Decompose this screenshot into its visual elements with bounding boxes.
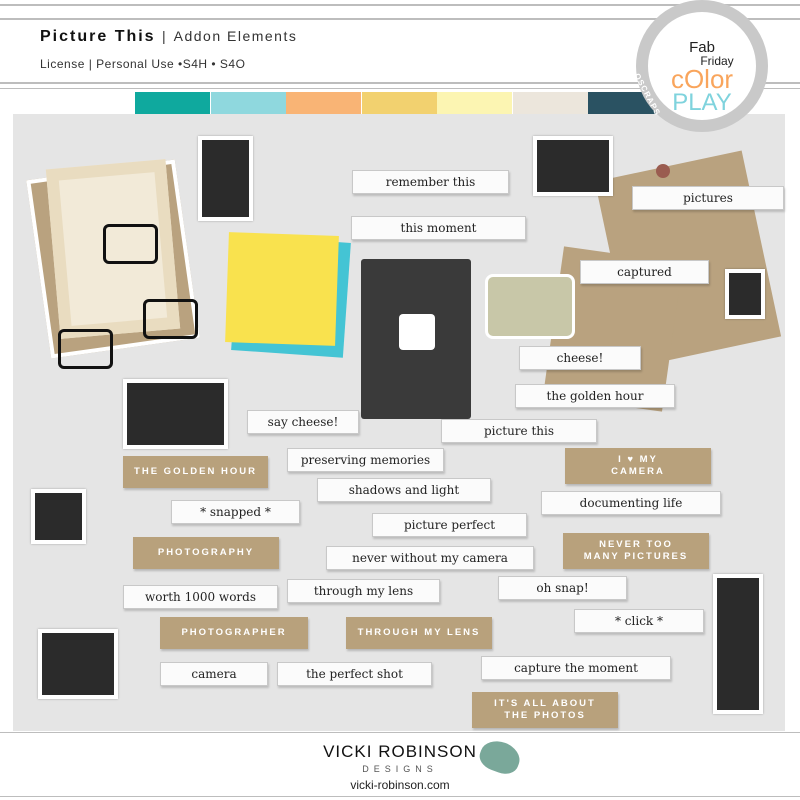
brand-url: vicki-robinson.com (350, 778, 450, 792)
word-strip: oh snap! (498, 576, 627, 600)
kraft-label: I ♥ MY CAMERA (565, 448, 711, 484)
badge-play: PLAY (672, 89, 732, 116)
badge-fab: Fab (689, 39, 715, 56)
word-strip: through my lens (287, 579, 440, 603)
box-camera-stand (713, 574, 763, 714)
camera-bag (485, 274, 575, 339)
page-title: Picture This | Addon Elements (40, 28, 297, 46)
pin (656, 164, 670, 178)
word-strip: the golden hour (515, 384, 675, 408)
color-swatch (286, 92, 361, 114)
license-text: License | Personal Use •S4H • S4O (40, 57, 246, 71)
camera-heart-icon (103, 224, 158, 264)
color-swatch (135, 92, 210, 114)
title-separator: | (162, 28, 168, 44)
tripod-camera (725, 269, 765, 319)
fab-friday-badge: Fab Friday cOlor PLAY OSCRAPS (632, 0, 768, 132)
word-strip: camera (160, 662, 268, 686)
word-strip: cheese! (519, 346, 641, 370)
kraft-label: THROUGH MY LENS (346, 617, 492, 649)
word-strip: this moment (351, 216, 526, 240)
word-strip: say cheese! (247, 410, 359, 434)
camera-with-photos (38, 629, 118, 699)
photo-album (361, 259, 471, 419)
brand-name: VICKI ROBINSON (323, 742, 477, 761)
brand-designs: DESIGNS (362, 764, 438, 774)
word-strip: picture this (441, 419, 597, 443)
kraft-label: PHOTOGRAPHER (160, 617, 308, 649)
word-strip: documenting life (541, 491, 721, 515)
kraft-label: THE GOLDEN HOUR (123, 456, 268, 488)
kraft-label: PHOTOGRAPHY (133, 537, 279, 569)
word-strip: captured (580, 260, 709, 284)
vintage-camera (533, 136, 613, 196)
subtitle: Addon Elements (173, 28, 298, 44)
color-swatch (437, 92, 512, 114)
tripod-camera (31, 489, 86, 544)
word-strip: never without my camera (326, 546, 534, 570)
kraft-label: IT'S ALL ABOUT THE PHOTOS (472, 692, 618, 728)
camera-icon (58, 329, 113, 369)
word-strip: remember this (352, 170, 509, 194)
word-strip: preserving memories (287, 448, 444, 472)
divider (0, 732, 800, 733)
word-strip: capture the moment (481, 656, 671, 680)
word-strip: * click * (574, 609, 704, 633)
color-swatch (512, 92, 588, 114)
vintage-camera (123, 379, 228, 449)
word-strip: * snapped * (171, 500, 300, 524)
vintage-camera (198, 136, 253, 221)
color-swatch (210, 92, 286, 114)
word-strip: the perfect shot (277, 662, 432, 686)
word-strip: pictures (632, 186, 784, 210)
color-swatch (361, 92, 437, 114)
kraft-label: NEVER TOO MANY PICTURES (563, 533, 709, 569)
badge-color: cOlor (670, 64, 734, 94)
album-window (399, 314, 435, 350)
word-strip: worth 1000 words (123, 585, 278, 609)
sticky-note (225, 232, 339, 346)
word-strip: picture perfect (372, 513, 527, 537)
divider (0, 796, 800, 797)
title-text: Picture This (40, 28, 156, 45)
word-strip: shadows and light (317, 478, 491, 502)
camera-tripod-icon (143, 299, 198, 339)
